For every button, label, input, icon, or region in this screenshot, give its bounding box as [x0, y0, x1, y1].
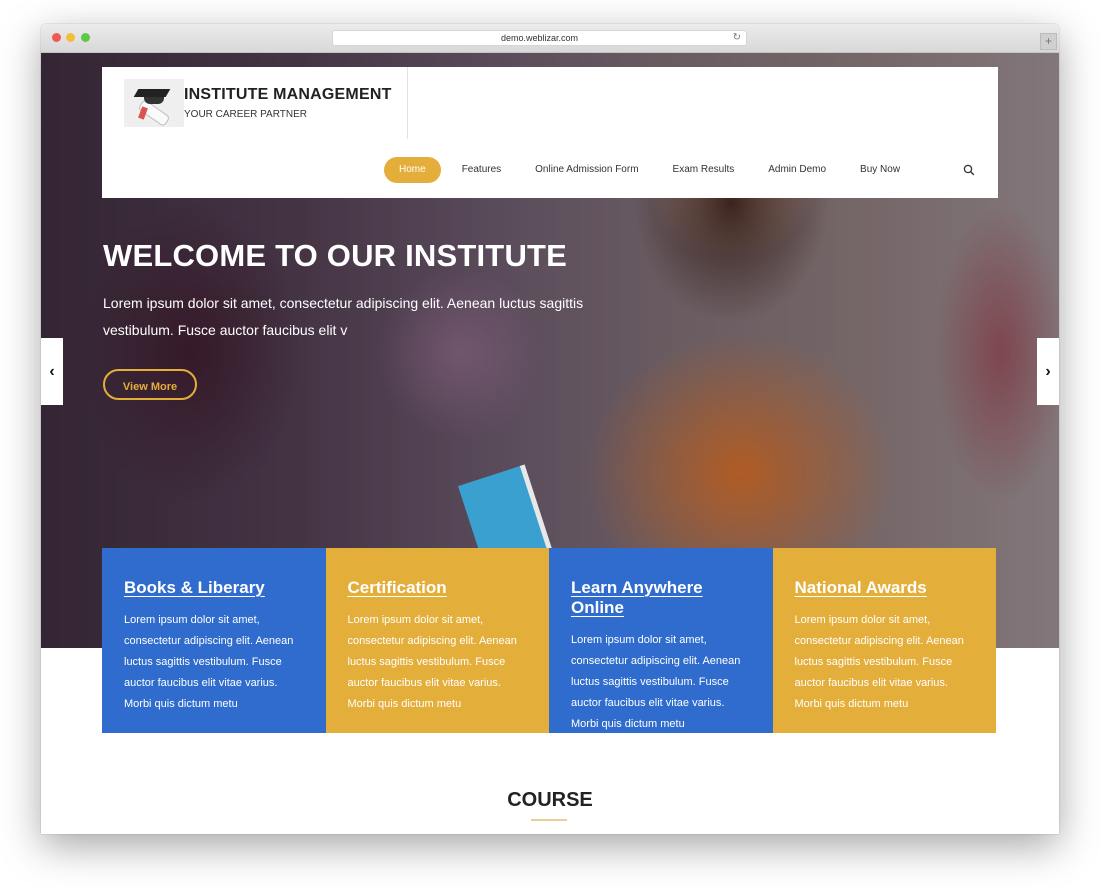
nav-item-admin-demo[interactable]: Admin Demo — [751, 157, 843, 183]
feature-text: Lorem ipsum dolor sit amet, consectetur … — [347, 614, 517, 710]
cap-base-shape — [144, 96, 164, 104]
feature-text: Lorem ipsum dolor sit amet, consectetur … — [571, 634, 741, 730]
feature-box-books-library: Books & Liberary Lorem ipsum dolor sit a… — [102, 548, 326, 733]
logo-icon[interactable] — [124, 79, 184, 128]
new-tab-button[interactable]: + — [1040, 33, 1057, 50]
site-tagline: YOUR CAREER PARTNER — [184, 109, 307, 120]
maximize-window-button[interactable] — [81, 33, 90, 42]
feature-text: Lorem ipsum dolor sit amet, consectetur … — [794, 614, 964, 710]
site-header: INSTITUTE MANAGEMENT YOUR CAREER PARTNER… — [102, 67, 998, 198]
view-more-button[interactable]: View More — [103, 369, 197, 400]
feature-title[interactable]: Certification — [348, 578, 447, 598]
cap-top-shape — [133, 89, 171, 97]
main-nav: Home Features Online Admission Form Exam… — [384, 157, 917, 183]
nav-item-buy-now[interactable]: Buy Now — [843, 157, 917, 183]
feature-boxes: Books & Liberary Lorem ipsum dolor sit a… — [102, 548, 996, 733]
chevron-right-icon: › — [1045, 362, 1051, 380]
browser-window: demo.weblizar.com ↻ + INSTITUTE MANAGEME… — [41, 24, 1059, 834]
address-bar-url: demo.weblizar.com — [500, 33, 579, 43]
nav-item-exam-results[interactable]: Exam Results — [656, 157, 752, 183]
chevron-left-icon: ‹ — [49, 362, 55, 380]
minimize-window-button[interactable] — [66, 33, 75, 42]
feature-box-certification: Certification Lorem ipsum dolor sit amet… — [325, 548, 549, 733]
feature-box-national-awards: National Awards Lorem ipsum dolor sit am… — [772, 548, 996, 733]
feature-title[interactable]: National Awards — [795, 578, 927, 598]
nav-item-online-admission-form[interactable]: Online Admission Form — [518, 157, 655, 183]
header-divider — [407, 67, 408, 139]
hero-text: Lorem ipsum dolor sit amet, consectetur … — [103, 295, 584, 338]
course-section-title: COURSE — [507, 789, 593, 811]
search-icon[interactable] — [962, 163, 976, 177]
nav-item-features[interactable]: Features — [445, 157, 518, 183]
feature-box-learn-anywhere-online: Learn Anywhere Online Lorem ipsum dolor … — [549, 548, 773, 733]
site-title[interactable]: INSTITUTE MANAGEMENT — [184, 86, 392, 104]
address-bar[interactable]: demo.weblizar.com ↻ — [332, 30, 747, 46]
feature-title[interactable]: Learn Anywhere Online — [571, 578, 751, 618]
nav-item-home[interactable]: Home — [384, 157, 441, 183]
reload-icon[interactable]: ↻ — [733, 31, 741, 45]
feature-text: Lorem ipsum dolor sit amet, consectetur … — [124, 614, 294, 710]
course-title-underline — [531, 819, 567, 821]
hero-title: WELCOME TO OUR INSTITUTE — [103, 238, 568, 273]
close-window-button[interactable] — [52, 33, 61, 42]
browser-titlebar: demo.weblizar.com ↻ + — [41, 24, 1059, 53]
slider-prev-button[interactable]: ‹ — [41, 338, 63, 405]
slider-next-button[interactable]: › — [1037, 338, 1059, 405]
feature-title[interactable]: Books & Liberary — [124, 578, 265, 598]
